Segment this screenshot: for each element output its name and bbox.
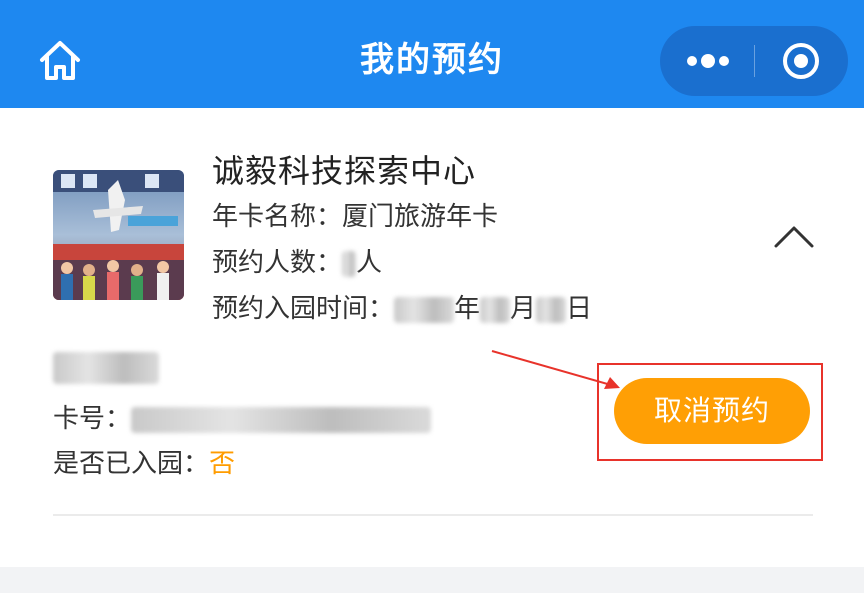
entered-status-label: 是否已入园： bbox=[53, 449, 210, 479]
more-icon bbox=[687, 54, 729, 68]
people-count-value-redacted bbox=[342, 250, 357, 277]
card-number-row: 卡号： bbox=[53, 398, 432, 435]
card-divider bbox=[53, 514, 813, 516]
home-icon bbox=[40, 41, 80, 80]
mini-program-capsule bbox=[660, 26, 848, 96]
visit-date-row: 预约入园时间： 年月日 bbox=[212, 288, 592, 325]
entered-status-value: 否 bbox=[209, 449, 236, 479]
card-name-value: 厦门旅游年卡 bbox=[342, 202, 499, 232]
visit-date-label: 预约入园时间： bbox=[212, 294, 395, 324]
collapse-button[interactable] bbox=[772, 218, 816, 252]
card-number-label: 卡号： bbox=[53, 404, 132, 434]
target-icon bbox=[783, 43, 819, 79]
holder-name-redacted bbox=[53, 352, 159, 384]
venue-name: 诚毅科技探索中心 bbox=[212, 152, 477, 190]
visit-month-unit: 月 bbox=[510, 294, 537, 324]
close-button[interactable] bbox=[755, 26, 848, 96]
visit-day-redacted bbox=[536, 296, 567, 323]
entered-status-row: 是否已入园：否 bbox=[53, 443, 235, 480]
card-name-row: 年卡名称：厦门旅游年卡 bbox=[212, 196, 498, 233]
cancel-reservation-button[interactable]: 取消预约 bbox=[614, 378, 810, 444]
visit-year-redacted bbox=[394, 296, 455, 323]
venue-thumbnail bbox=[53, 170, 184, 300]
page-bottom-band bbox=[0, 567, 864, 593]
visit-day-unit: 日 bbox=[566, 294, 593, 324]
card-number-redacted bbox=[131, 406, 432, 433]
nav-bar: 我的预约 bbox=[0, 0, 864, 108]
visit-month-redacted bbox=[480, 296, 511, 323]
chevron-up-icon bbox=[774, 226, 814, 248]
people-count-label: 预约人数： bbox=[212, 248, 343, 278]
visit-year-unit: 年 bbox=[454, 294, 481, 324]
people-count-unit: 人 bbox=[356, 248, 383, 278]
card-name-label: 年卡名称： bbox=[212, 202, 343, 232]
more-button[interactable] bbox=[660, 26, 754, 96]
people-count-row: 预约人数： 人 bbox=[212, 242, 382, 279]
home-button[interactable] bbox=[36, 38, 84, 82]
